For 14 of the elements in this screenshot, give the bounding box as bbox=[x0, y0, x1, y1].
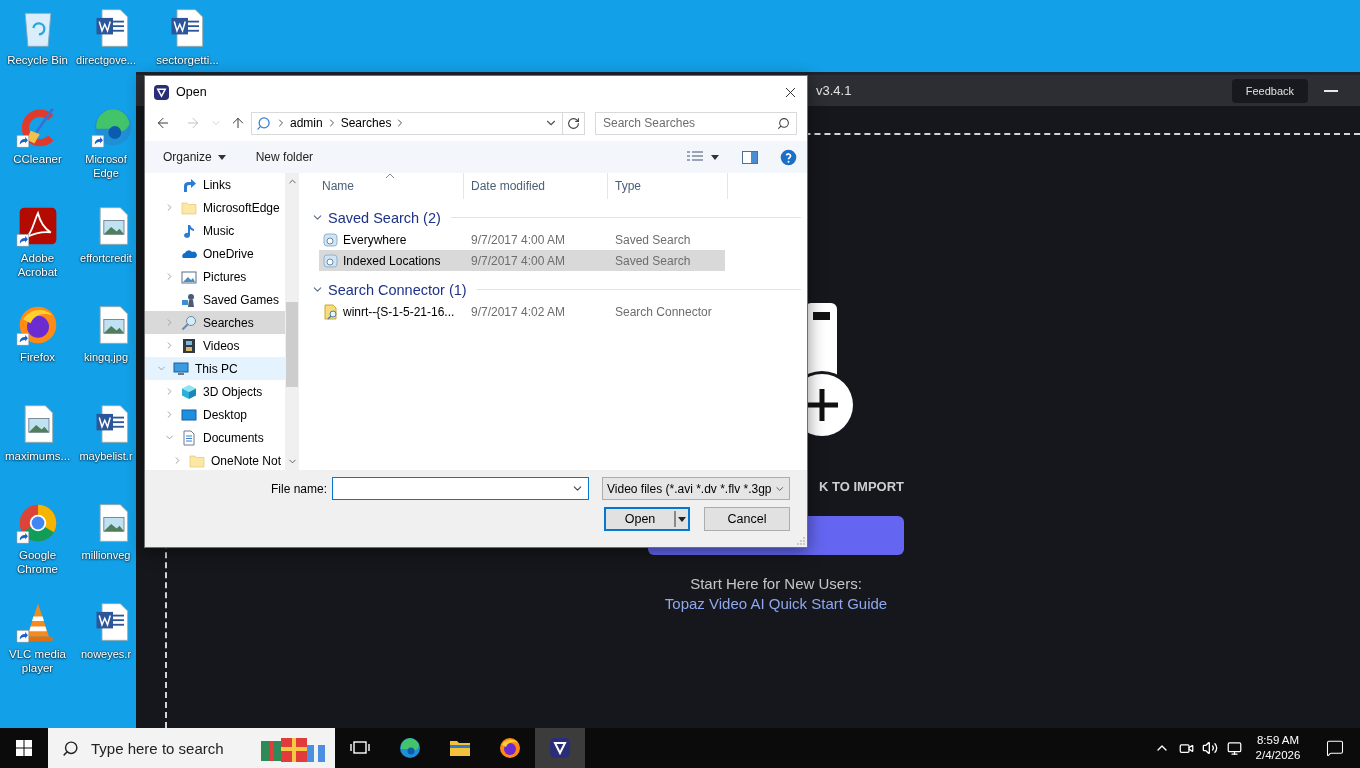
import-hint: K TO IMPORT bbox=[819, 479, 904, 494]
help-text: Start Here for New Users: bbox=[690, 575, 862, 592]
file-type: Saved Search bbox=[614, 253, 692, 268]
dialog-title: Open bbox=[176, 85, 207, 99]
file-name: winrt--{S-1-5-21-16... bbox=[343, 304, 455, 319]
file-type: Search Connector bbox=[614, 304, 713, 319]
file-date: 9/7/2017 4:02 AM bbox=[470, 304, 567, 319]
file-date: 9/7/2017 4:00 AM bbox=[470, 232, 567, 247]
version-label: v3.4.1 bbox=[816, 83, 852, 98]
file-name: Indexed Locations bbox=[343, 253, 441, 268]
file-name: Everywhere bbox=[343, 232, 407, 247]
file-date: 9/7/2017 4:00 AM bbox=[470, 253, 567, 268]
file-name-label: File name: bbox=[270, 481, 327, 496]
file-type: Saved Search bbox=[614, 232, 692, 247]
